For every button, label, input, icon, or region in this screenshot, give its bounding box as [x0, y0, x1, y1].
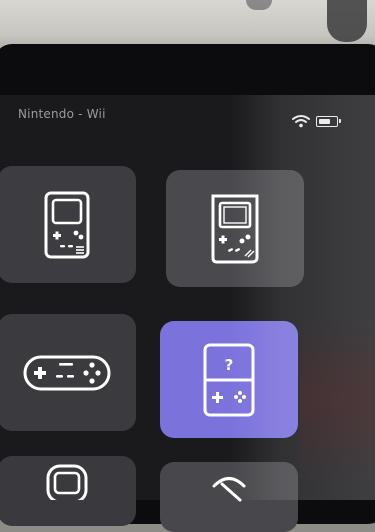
snes-controller-icon	[23, 355, 111, 390]
system-title: Nintendo - Wii	[18, 107, 106, 121]
stylus-icon	[212, 477, 246, 502]
unknown-handheld-icon: ?	[203, 343, 255, 416]
system-tile-game-boy-color[interactable]	[0, 166, 136, 283]
system-tile-game-boy[interactable]	[166, 170, 304, 287]
battery-icon	[316, 116, 341, 127]
game-boy-color-icon	[44, 191, 90, 258]
system-tile-game-boy-advance[interactable]	[0, 456, 136, 526]
screen	[0, 95, 375, 500]
battery-level	[319, 119, 330, 124]
wifi-icon	[292, 115, 310, 128]
system-tile-snes[interactable]	[0, 314, 136, 431]
system-tile-stylus[interactable]	[160, 462, 298, 532]
unknown-mark: ?	[225, 356, 234, 374]
game-boy-advance-icon	[46, 464, 88, 500]
system-tile-unknown[interactable]: ?	[160, 321, 298, 438]
game-boy-icon	[211, 194, 259, 263]
background-object	[327, 0, 367, 42]
